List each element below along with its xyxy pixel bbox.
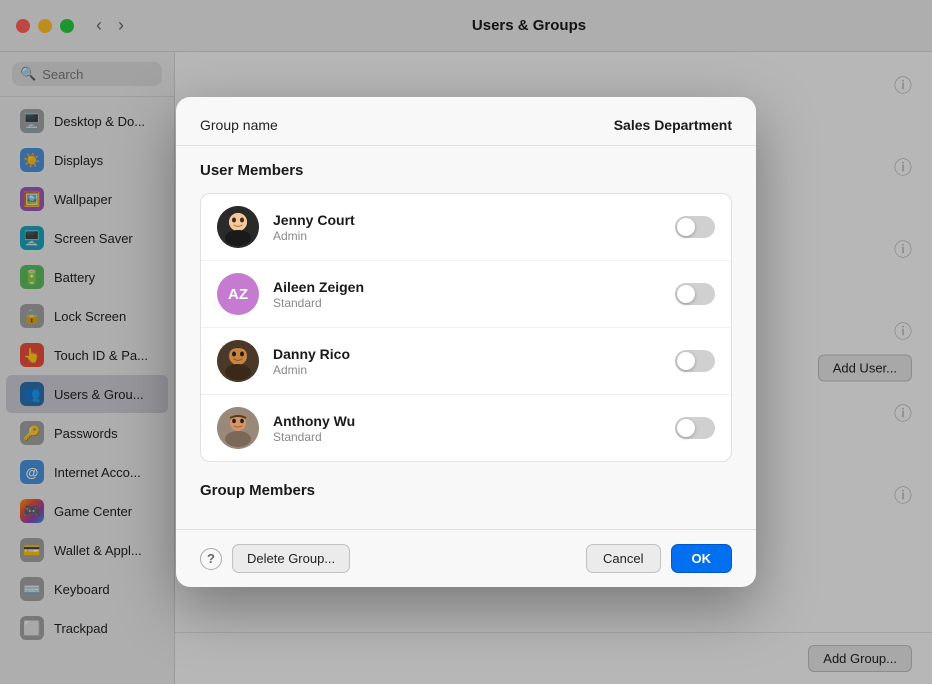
group-name-row: Group name Sales Department	[200, 117, 732, 133]
avatar-jenny	[217, 206, 259, 248]
avatar-anthony	[217, 407, 259, 449]
anthony-name: Anthony Wu	[273, 413, 661, 429]
group-name-value: Sales Department	[614, 117, 732, 133]
group-members-section: Group Members	[200, 482, 732, 499]
ok-button[interactable]: OK	[671, 544, 733, 573]
avatar-danny	[217, 340, 259, 382]
footer-left: ? Delete Group...	[200, 544, 350, 573]
modal-body: User Members	[176, 146, 756, 529]
jenny-role: Admin	[273, 229, 661, 243]
danny-name: Danny Rico	[273, 346, 661, 362]
jenny-name: Jenny Court	[273, 212, 661, 228]
user-members-title: User Members	[200, 162, 732, 179]
avatar-aileen: AZ	[217, 273, 259, 315]
group-members-title: Group Members	[200, 482, 732, 499]
aileen-info: Aileen Zeigen Standard	[273, 279, 661, 310]
aileen-role: Standard	[273, 296, 661, 310]
group-name-label: Group name	[200, 117, 278, 133]
cancel-button[interactable]: Cancel	[586, 544, 660, 573]
jenny-avatar-svg	[217, 206, 259, 248]
main-window: ‹ › Users & Groups 🔍 🖥️ Desktop & Do... …	[0, 0, 932, 684]
modal-footer: ? Delete Group... Cancel OK	[176, 529, 756, 587]
anthony-avatar-svg	[217, 407, 259, 449]
danny-toggle[interactable]	[675, 350, 715, 372]
anthony-toggle[interactable]	[675, 417, 715, 439]
modal-header: Group name Sales Department	[176, 97, 756, 146]
danny-info: Danny Rico Admin	[273, 346, 661, 377]
danny-avatar-svg	[217, 340, 259, 382]
delete-group-button[interactable]: Delete Group...	[232, 544, 350, 573]
modal-dialog: Group name Sales Department User Members	[176, 97, 756, 587]
member-row-danny: Danny Rico Admin	[201, 328, 731, 395]
aileen-initials: AZ	[228, 286, 248, 303]
aileen-toggle[interactable]	[675, 283, 715, 305]
modal-overlay: Group name Sales Department User Members	[0, 0, 932, 684]
danny-role: Admin	[273, 363, 661, 377]
member-row-aileen: AZ Aileen Zeigen Standard	[201, 261, 731, 328]
members-list: Jenny Court Admin AZ Aileen Zeigen Stand…	[200, 193, 732, 462]
anthony-role: Standard	[273, 430, 661, 444]
jenny-toggle[interactable]	[675, 216, 715, 238]
member-row-jenny: Jenny Court Admin	[201, 194, 731, 261]
member-row-anthony: Anthony Wu Standard	[201, 395, 731, 461]
help-button[interactable]: ?	[200, 548, 222, 570]
anthony-info: Anthony Wu Standard	[273, 413, 661, 444]
aileen-name: Aileen Zeigen	[273, 279, 661, 295]
footer-right: Cancel OK	[586, 544, 732, 573]
jenny-info: Jenny Court Admin	[273, 212, 661, 243]
